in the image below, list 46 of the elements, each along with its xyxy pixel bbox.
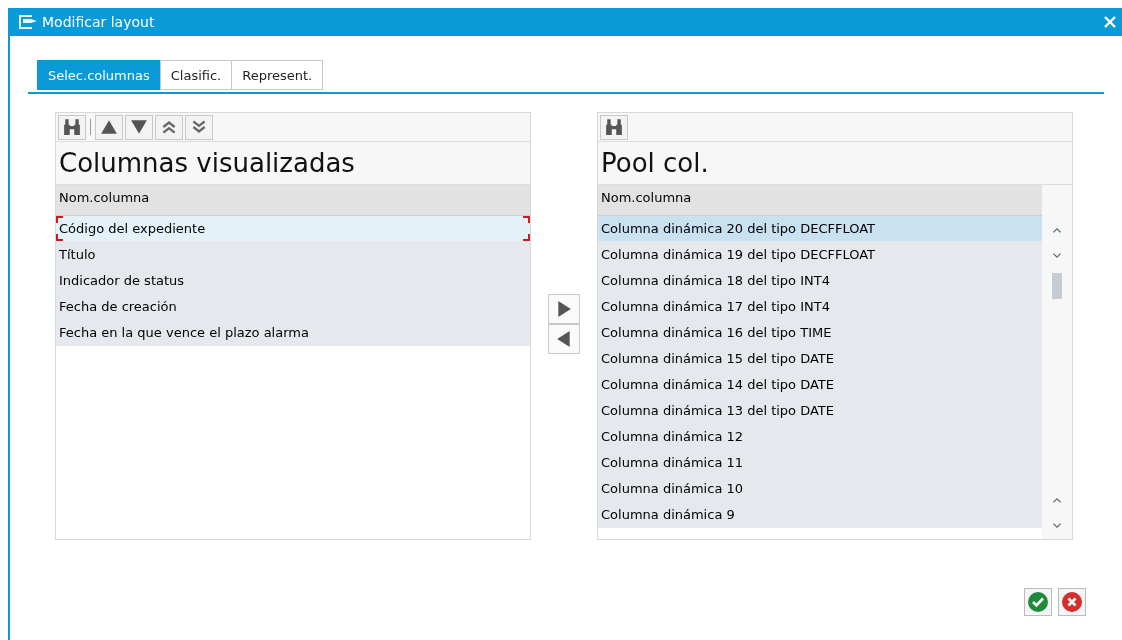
list-row[interactable]: Columna dinámica 12 [598, 424, 1042, 450]
column-header[interactable]: Nom.columna [56, 185, 530, 216]
list-row[interactable]: Columna dinámica 15 del tipo DATE [598, 346, 1042, 372]
search-button[interactable] [58, 114, 86, 140]
column-header[interactable]: Nom.columna [598, 185, 1042, 216]
list-row[interactable]: Título [56, 242, 530, 268]
list-row[interactable]: Columna dinámica 10 [598, 476, 1042, 502]
tab[interactable]: Represent. [231, 60, 324, 90]
window-title: Modificar layout [42, 14, 155, 30]
move-down-button[interactable] [125, 114, 153, 140]
list-row[interactable]: Columna dinámica 9 [598, 502, 1042, 528]
triangle-down-icon [130, 118, 148, 136]
check-icon [1028, 592, 1048, 612]
move-bottom-button[interactable] [185, 114, 213, 140]
search-button[interactable] [600, 114, 628, 140]
list-row[interactable]: Columna dinámica 14 del tipo DATE [598, 372, 1042, 398]
list-row[interactable]: Columna dinámica 20 del tipo DECFFLOAT [598, 216, 1042, 242]
move-top-button[interactable] [155, 114, 183, 140]
cancel-button[interactable] [1058, 588, 1086, 616]
move-right-button[interactable] [548, 294, 580, 324]
move-left-button[interactable] [548, 324, 580, 354]
list-row[interactable]: Columna dinámica 11 [598, 450, 1042, 476]
double-chevron-up-icon [160, 118, 178, 136]
scrollbar[interactable] [1042, 185, 1072, 539]
list-row[interactable]: Columna dinámica 13 del tipo DATE [598, 398, 1042, 424]
layout-icon [18, 14, 38, 30]
list-row[interactable]: Columna dinámica 19 del tipo DECFFLOAT [598, 242, 1042, 268]
confirm-button[interactable] [1024, 588, 1052, 616]
triangle-right-icon [556, 301, 572, 317]
binoculars-icon [605, 118, 623, 136]
triangle-up-icon [100, 118, 118, 136]
double-chevron-down-icon [190, 118, 208, 136]
tab[interactable]: Clasific. [159, 60, 233, 90]
move-up-button[interactable] [95, 114, 123, 140]
list-row[interactable]: Columna dinámica 17 del tipo INT4 [598, 294, 1042, 320]
binoculars-icon [63, 118, 81, 136]
list-row[interactable]: Indicador de status [56, 268, 530, 294]
scroll-thumb[interactable] [1052, 273, 1062, 299]
close-icon [1062, 592, 1082, 612]
list-row[interactable]: Columna dinámica 18 del tipo INT4 [598, 268, 1042, 294]
close-icon[interactable] [1104, 16, 1116, 28]
list-row[interactable]: Fecha en la que vence el plazo alarma [56, 320, 530, 346]
list-row[interactable]: Fecha de creación [56, 294, 530, 320]
triangle-left-icon [556, 331, 572, 347]
list-row[interactable]: Columna dinámica 16 del tipo TIME [598, 320, 1042, 346]
list-row[interactable]: Código del expediente [56, 216, 530, 242]
